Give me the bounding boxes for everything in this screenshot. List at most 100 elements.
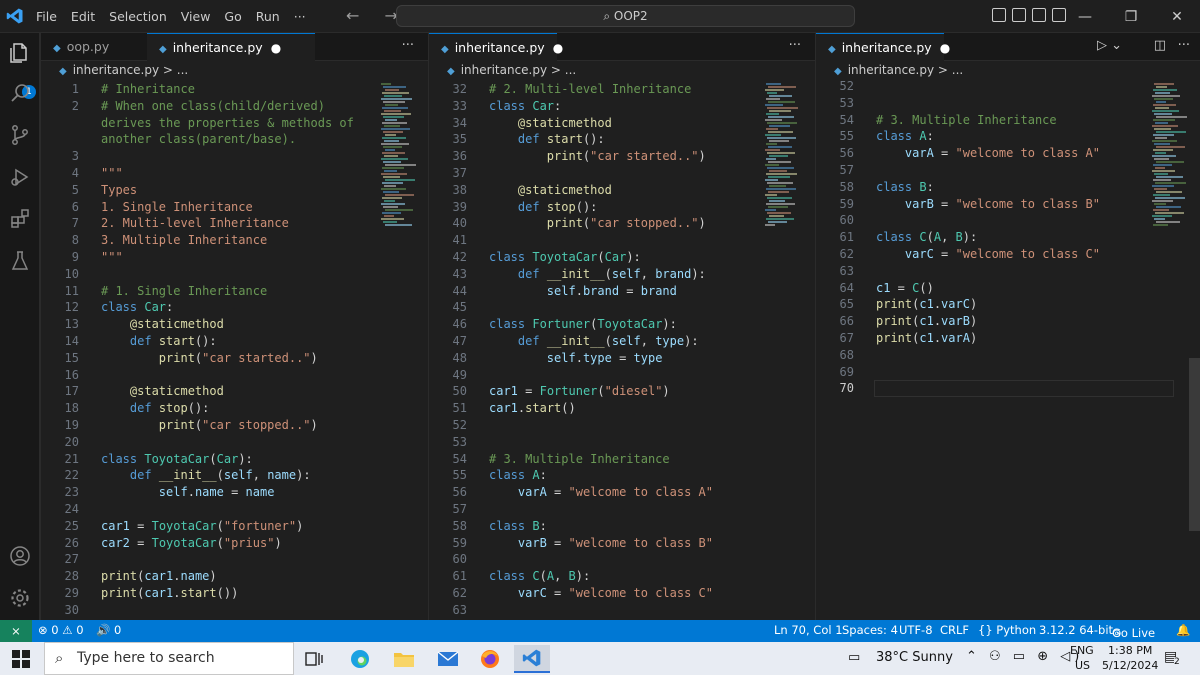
menu-run[interactable]: Run (250, 5, 286, 28)
mail-icon[interactable] (430, 645, 466, 673)
more-actions-icon[interactable]: ··· (789, 38, 801, 53)
code-line[interactable]: 22 def __init__(self, name): (41, 467, 428, 484)
code-line[interactable]: 60 (816, 212, 1200, 229)
code-line[interactable]: 61 class C(A, B): (816, 229, 1200, 246)
code-line[interactable]: 60 (429, 551, 815, 568)
code-line[interactable]: 3 (41, 148, 428, 165)
code-line[interactable]: 62 varC = "welcome to class C" (429, 585, 815, 602)
code-line[interactable]: 59 varB = "welcome to class B" (816, 196, 1200, 213)
code-line[interactable]: 65 print(c1.varC) (816, 296, 1200, 313)
minimap[interactable] (381, 83, 417, 226)
code-line[interactable]: 53 (816, 95, 1200, 112)
code-line[interactable]: 21 class ToyotaCar(Car): (41, 451, 428, 468)
code-line[interactable]: 58 class B: (429, 518, 815, 535)
code-line[interactable]: 28 print(car1.name) (41, 568, 428, 585)
taskbar-search-box[interactable]: ⌕ Type here to search (44, 642, 294, 675)
code-line[interactable]: 23 self.name = name (41, 484, 428, 501)
unsaved-dot-icon[interactable]: ● (271, 41, 281, 55)
code-line[interactable]: 62 varC = "welcome to class C" (816, 246, 1200, 263)
code-line[interactable]: 8 3. Multiple Inheritance (41, 232, 428, 249)
vertical-scrollbar[interactable] (1189, 358, 1200, 531)
code-line[interactable]: another class(parent/base). (41, 131, 428, 148)
code-line[interactable]: 27 (41, 551, 428, 568)
code-line[interactable]: 36 print("car started..") (429, 148, 815, 165)
code-line[interactable]: 58 class B: (816, 179, 1200, 196)
code-line[interactable]: 24 (41, 501, 428, 518)
code-line[interactable]: 1 # Inheritance (41, 81, 428, 98)
code-line[interactable]: 30 (41, 602, 428, 619)
code-line[interactable]: 59 varB = "welcome to class B" (429, 535, 815, 552)
unsaved-dot-icon[interactable]: ● (940, 41, 950, 55)
code-line[interactable]: 25 car1 = ToyotaCar("fortuner") (41, 518, 428, 535)
code-line[interactable]: 37 (429, 165, 815, 182)
code-line[interactable]: 64 c1 = C() (816, 280, 1200, 297)
remote-indicator-icon[interactable]: ⨯ (0, 620, 32, 642)
code-line[interactable]: 52 (429, 417, 815, 434)
close-button[interactable]: ✕ (1154, 0, 1200, 33)
code-line[interactable]: 55 class A: (429, 467, 815, 484)
toggle-panel-icon[interactable] (1012, 8, 1026, 22)
command-center-search[interactable]: ⌕ OOP2 (396, 5, 855, 27)
code-line[interactable]: 19 print("car stopped..") (41, 417, 428, 434)
code-line[interactable]: 49 (429, 367, 815, 384)
code-line[interactable]: 55 class A: (816, 128, 1200, 145)
code-line[interactable]: 57 (816, 162, 1200, 179)
code-line[interactable]: 43 def __init__(self, brand): (429, 266, 815, 283)
menu-file[interactable]: File (30, 5, 63, 28)
breadcrumb[interactable]: ◆ inheritance.py > ... (834, 63, 963, 77)
code-line[interactable]: 63 (429, 602, 815, 619)
tab-inheritance-py[interactable]: ◆ inheritance.py ● (816, 33, 950, 61)
menu-go[interactable]: Go (218, 5, 247, 28)
tray-icons[interactable]: ⌃ ⚇ ▭ ⊕ ◁) (966, 649, 1083, 664)
code-line[interactable]: 26 car2 = ToyotaCar("prius") (41, 535, 428, 552)
code-line[interactable]: 41 (429, 232, 815, 249)
task-view-icon[interactable] (296, 645, 332, 673)
code-line[interactable]: 4 """ (41, 165, 428, 182)
code-line[interactable]: 66 print(c1.varB) (816, 313, 1200, 330)
code-line[interactable]: 2 # When one class(child/derived) (41, 98, 428, 115)
code-line[interactable]: 70 (816, 380, 1200, 398)
breadcrumb[interactable]: ◆ inheritance.py > ... (447, 63, 576, 77)
tab-inheritance-py[interactable]: ◆ inheritance.py ● (429, 33, 563, 61)
code-line[interactable]: 38 @staticmethod (429, 182, 815, 199)
edge-browser-icon[interactable] (342, 645, 378, 673)
vscode-taskbar-icon[interactable] (514, 645, 550, 673)
code-line[interactable]: 45 (429, 299, 815, 316)
cursor-position[interactable]: Ln 70, Col 1 (774, 623, 843, 637)
toggle-secondary-sidebar-icon[interactable] (1032, 8, 1046, 22)
code-line[interactable]: derives the properties & methods of (41, 115, 428, 132)
windows-start-icon[interactable] (12, 650, 30, 668)
code-line[interactable]: 42 class ToyotaCar(Car): (429, 249, 815, 266)
code-line[interactable]: 51 car1.start() (429, 400, 815, 417)
code-line[interactable]: 48 self.type = type (429, 350, 815, 367)
weather-icon[interactable]: ▭ (848, 650, 860, 665)
code-line[interactable]: 10 (41, 266, 428, 283)
menu-edit[interactable]: Edit (65, 5, 101, 28)
breadcrumb[interactable]: ◆ inheritance.py > ... (59, 63, 188, 77)
problems-indicator[interactable]: ⊗ 0 ⚠ 0 (38, 623, 84, 637)
source-control-icon[interactable] (0, 115, 40, 155)
code-line[interactable]: 29 print(car1.start()) (41, 585, 428, 602)
python-interpreter[interactable]: 3.12.2 64-bit (1039, 623, 1113, 637)
testing-icon[interactable] (0, 241, 40, 281)
code-line[interactable]: 11 # 1. Single Inheritance (41, 283, 428, 300)
tab-inheritance-py[interactable]: ◆ inheritance.py ● (147, 33, 315, 61)
tab-oop-py[interactable]: ◆ oop.py (41, 33, 147, 61)
code-line[interactable]: 54 # 3. Multiple Inheritance (816, 112, 1200, 129)
code-line[interactable]: 57 (429, 501, 815, 518)
code-line[interactable]: 5 Types (41, 182, 428, 199)
run-python-file-icon[interactable]: ▷ ⌄ (1097, 38, 1122, 53)
clock-time[interactable]: 1:38 PM (1108, 644, 1152, 657)
code-line[interactable]: 50 car1 = Fortuner("diesel") (429, 383, 815, 400)
split-editor-icon[interactable]: ◫ (1154, 38, 1166, 53)
code-line[interactable]: 12 class Car: (41, 299, 428, 316)
code-line[interactable]: 47 def __init__(self, type): (429, 333, 815, 350)
input-language[interactable]: ENG (1070, 644, 1094, 657)
indentation[interactable]: Spaces: 4 (842, 623, 898, 637)
extensions-icon[interactable] (0, 199, 40, 239)
code-line[interactable]: 40 print("car stopped..") (429, 215, 815, 232)
settings-gear-icon[interactable] (0, 578, 40, 618)
account-icon[interactable] (0, 536, 40, 576)
code-line[interactable]: 46 class Fortuner(ToyotaCar): (429, 316, 815, 333)
code-line[interactable]: 35 def start(): (429, 131, 815, 148)
